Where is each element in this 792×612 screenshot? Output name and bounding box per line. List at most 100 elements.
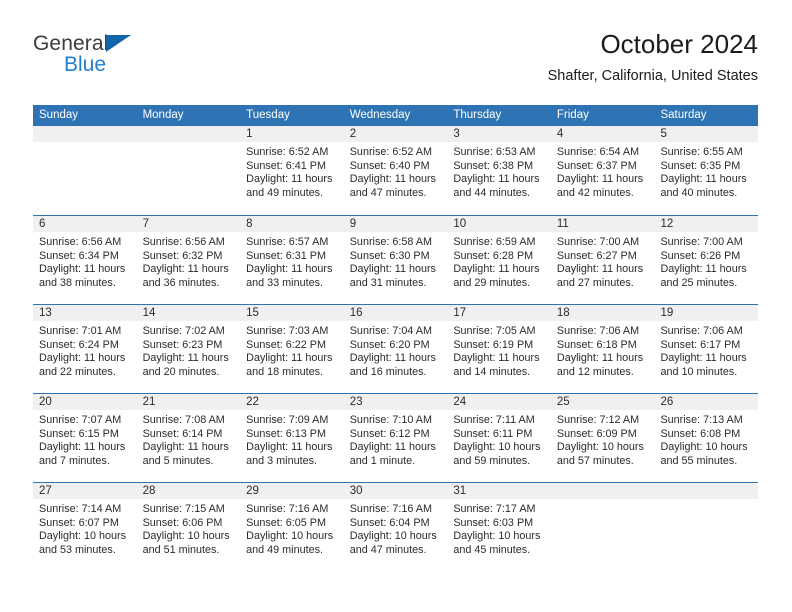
- day-cell[interactable]: 3 Sunrise: 6:53 AM Sunset: 6:38 PM Dayli…: [447, 126, 551, 215]
- day-cell[interactable]: 7 Sunrise: 6:56 AM Sunset: 6:32 PM Dayli…: [136, 216, 241, 304]
- sunrise-text: Sunrise: 6:52 AM: [246, 146, 329, 158]
- daylight-text-line2: and 1 minute.: [349, 454, 416, 467]
- day-cell[interactable]: 17 Sunrise: 7:05 AM Sunset: 6:19 PM Dayl…: [447, 305, 551, 393]
- day-detail: Sunrise: 7:10 AM Sunset: 6:12 PM Dayligh…: [344, 410, 448, 468]
- sunset-text: Sunset: 6:15 PM: [39, 427, 119, 440]
- day-number: 8: [240, 216, 344, 232]
- daylight-text-line2: and 49 minutes.: [246, 543, 323, 556]
- day-cell[interactable]: 10 Sunrise: 6:59 AM Sunset: 6:28 PM Dayl…: [447, 216, 551, 304]
- day-cell[interactable]: 30 Sunrise: 7:16 AM Sunset: 6:04 PM Dayl…: [343, 483, 448, 571]
- sunset-text: Sunset: 6:12 PM: [349, 427, 430, 440]
- day-cell[interactable]: 28 Sunrise: 7:15 AM Sunset: 6:06 PM Dayl…: [136, 483, 241, 571]
- day-cell[interactable]: 4 Sunrise: 6:54 AM Sunset: 6:37 PM Dayli…: [550, 126, 655, 215]
- daylight-text-line1: Daylight: 11 hours: [142, 263, 229, 276]
- day-cell: [33, 126, 137, 215]
- day-cell[interactable]: 11 Sunrise: 7:00 AM Sunset: 6:27 PM Dayl…: [550, 216, 655, 304]
- day-detail: Sunrise: 7:15 AM Sunset: 6:06 PM Dayligh…: [137, 499, 241, 557]
- day-cell[interactable]: 6 Sunrise: 6:56 AM Sunset: 6:34 PM Dayli…: [33, 216, 137, 304]
- day-number: [136, 126, 241, 142]
- day-number: 9: [343, 216, 448, 232]
- day-cell[interactable]: 19 Sunrise: 7:06 AM Sunset: 6:17 PM Dayl…: [654, 305, 759, 393]
- day-cell[interactable]: 16 Sunrise: 7:04 AM Sunset: 6:20 PM Dayl…: [343, 305, 448, 393]
- sunrise-text: Sunrise: 7:13 AM: [660, 414, 743, 426]
- sunset-text: Sunset: 6:11 PM: [453, 427, 533, 440]
- day-cell[interactable]: 5 Sunrise: 6:55 AM Sunset: 6:35 PM Dayli…: [654, 126, 759, 215]
- brand-logo[interactable]: General Blue: [33, 32, 233, 88]
- daylight-text-line1: Daylight: 10 hours: [246, 530, 334, 543]
- sunset-text: Sunset: 6:41 PM: [246, 159, 326, 172]
- brand-name-blue: Blue: [64, 53, 107, 76]
- daylight-text-line2: and 12 minutes.: [556, 365, 634, 378]
- day-number: 23: [343, 394, 448, 410]
- day-cell[interactable]: 27 Sunrise: 7:14 AM Sunset: 6:07 PM Dayl…: [33, 483, 137, 571]
- day-cell[interactable]: 14 Sunrise: 7:02 AM Sunset: 6:23 PM Dayl…: [136, 305, 241, 393]
- sunrise-text: Sunrise: 7:00 AM: [660, 236, 743, 248]
- day-cell[interactable]: 1 Sunrise: 6:52 AM Sunset: 6:41 PM Dayli…: [240, 126, 344, 215]
- daylight-text-line2: and 57 minutes.: [556, 454, 634, 467]
- day-detail: Sunrise: 7:17 AM Sunset: 6:03 PM Dayligh…: [447, 499, 551, 557]
- day-number: 22: [240, 394, 344, 410]
- week-row: 20 Sunrise: 7:07 AM Sunset: 6:15 PM Dayl…: [33, 393, 759, 482]
- day-number: [550, 483, 655, 499]
- daylight-text-line1: Daylight: 11 hours: [453, 173, 540, 186]
- daylight-text-line1: Daylight: 10 hours: [453, 530, 541, 543]
- day-cell[interactable]: 9 Sunrise: 6:58 AM Sunset: 6:30 PM Dayli…: [343, 216, 448, 304]
- day-number: 2: [343, 126, 448, 142]
- day-number: 15: [240, 305, 344, 321]
- day-cell[interactable]: 25 Sunrise: 7:12 AM Sunset: 6:09 PM Dayl…: [550, 394, 655, 482]
- day-number: 13: [33, 305, 137, 321]
- sunset-text: Sunset: 6:17 PM: [660, 338, 741, 351]
- daylight-text-line1: Daylight: 11 hours: [246, 352, 333, 365]
- day-cell[interactable]: 23 Sunrise: 7:10 AM Sunset: 6:12 PM Dayl…: [343, 394, 448, 482]
- day-cell[interactable]: 21 Sunrise: 7:08 AM Sunset: 6:14 PM Dayl…: [136, 394, 241, 482]
- day-cell[interactable]: 13 Sunrise: 7:01 AM Sunset: 6:24 PM Dayl…: [33, 305, 137, 393]
- daylight-text-line2: and 44 minutes.: [453, 186, 531, 199]
- day-cell[interactable]: 26 Sunrise: 7:13 AM Sunset: 6:08 PM Dayl…: [654, 394, 759, 482]
- daylight-text-line2: and 53 minutes.: [39, 543, 116, 556]
- day-detail: Sunrise: 7:06 AM Sunset: 6:17 PM Dayligh…: [654, 321, 758, 379]
- daylight-text-line1: Daylight: 11 hours: [349, 441, 436, 454]
- daylight-text-line1: Daylight: 11 hours: [349, 352, 436, 365]
- day-cell[interactable]: 15 Sunrise: 7:03 AM Sunset: 6:22 PM Dayl…: [240, 305, 344, 393]
- day-cell[interactable]: 18 Sunrise: 7:06 AM Sunset: 6:18 PM Dayl…: [550, 305, 655, 393]
- sunset-text: Sunset: 6:27 PM: [556, 249, 637, 262]
- daylight-text-line2: and 16 minutes.: [349, 365, 427, 378]
- title-block: October 2024 Shafter, California, United…: [548, 28, 758, 85]
- sunrise-text: Sunrise: 7:15 AM: [142, 503, 225, 515]
- day-detail: Sunrise: 7:14 AM Sunset: 6:07 PM Dayligh…: [33, 499, 137, 557]
- page-header: General Blue October 2024 Shafter, Calif…: [33, 28, 758, 100]
- sunrise-text: Sunrise: 7:08 AM: [142, 414, 225, 426]
- daylight-text-line2: and 14 minutes.: [453, 365, 531, 378]
- sunset-text: Sunset: 6:28 PM: [453, 249, 534, 262]
- weekday-thursday: Thursday: [453, 109, 502, 121]
- weekday-tuesday: Tuesday: [246, 109, 290, 121]
- daylight-text-line2: and 47 minutes.: [349, 186, 427, 199]
- day-cell[interactable]: 12 Sunrise: 7:00 AM Sunset: 6:26 PM Dayl…: [654, 216, 759, 304]
- sunrise-text: Sunrise: 7:02 AM: [142, 325, 225, 337]
- day-cell: [654, 483, 759, 571]
- day-cell[interactable]: 8 Sunrise: 6:57 AM Sunset: 6:31 PM Dayli…: [240, 216, 344, 304]
- daylight-text-line2: and 10 minutes.: [660, 365, 738, 378]
- sunset-text: Sunset: 6:34 PM: [39, 249, 119, 262]
- day-cell[interactable]: 29 Sunrise: 7:16 AM Sunset: 6:05 PM Dayl…: [240, 483, 344, 571]
- daylight-text-line2: and 36 minutes.: [142, 276, 220, 289]
- sunset-text: Sunset: 6:22 PM: [246, 338, 326, 351]
- daylight-text-line2: and 5 minutes.: [142, 454, 214, 467]
- sunset-text: Sunset: 6:18 PM: [556, 338, 637, 351]
- day-detail: Sunrise: 6:55 AM Sunset: 6:35 PM Dayligh…: [654, 142, 758, 200]
- daylight-text-line1: Daylight: 11 hours: [660, 352, 747, 365]
- day-cell[interactable]: 22 Sunrise: 7:09 AM Sunset: 6:13 PM Dayl…: [240, 394, 344, 482]
- day-cell[interactable]: 31 Sunrise: 7:17 AM Sunset: 6:03 PM Dayl…: [447, 483, 551, 571]
- day-cell[interactable]: 2 Sunrise: 6:52 AM Sunset: 6:40 PM Dayli…: [343, 126, 448, 215]
- sunset-text: Sunset: 6:04 PM: [349, 516, 430, 529]
- sunrise-text: Sunrise: 7:03 AM: [246, 325, 329, 337]
- day-number: 4: [550, 126, 655, 142]
- weekday-wednesday: Wednesday: [349, 109, 411, 121]
- sunrise-text: Sunrise: 6:52 AM: [349, 146, 432, 158]
- day-detail: Sunrise: 7:09 AM Sunset: 6:13 PM Dayligh…: [240, 410, 344, 468]
- sunset-text: Sunset: 6:26 PM: [660, 249, 741, 262]
- day-cell[interactable]: 20 Sunrise: 7:07 AM Sunset: 6:15 PM Dayl…: [33, 394, 137, 482]
- daylight-text-line1: Daylight: 10 hours: [39, 530, 127, 543]
- day-cell[interactable]: 24 Sunrise: 7:11 AM Sunset: 6:11 PM Dayl…: [447, 394, 551, 482]
- day-detail: Sunrise: 7:08 AM Sunset: 6:14 PM Dayligh…: [137, 410, 241, 468]
